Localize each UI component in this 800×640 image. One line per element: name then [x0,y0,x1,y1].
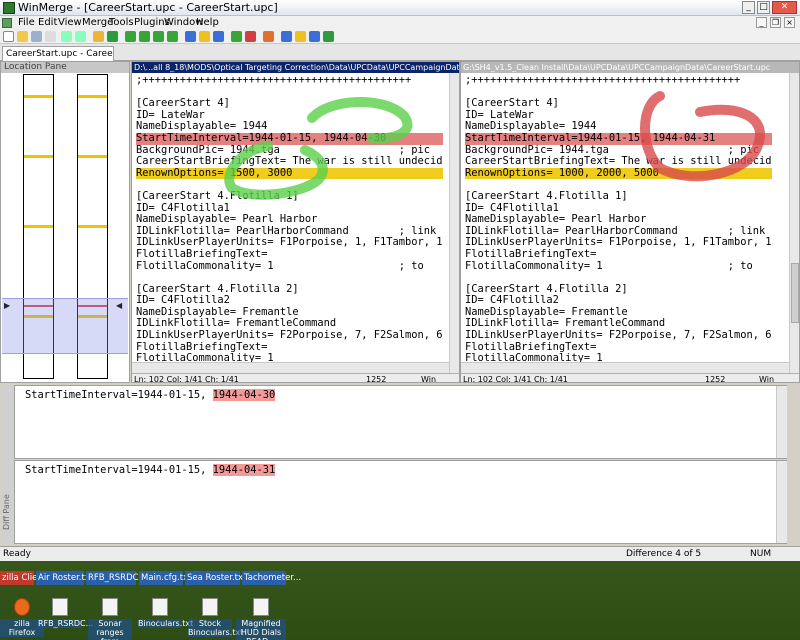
annotation-overlay [224,91,765,200]
taskbar-item[interactable]: Air Roster.txt [36,571,93,585]
text-file-icon [202,598,218,616]
taskbar-item[interactable]: Main.cfg.txt [139,571,191,585]
diff-pane-right[interactable]: StartTimeInterval=1944-01-15, 1944-04-31 [14,460,787,544]
desktop-icon[interactable]: Magnified HUD Dials READ... [236,598,286,640]
text-file-icon [152,598,168,616]
taskbar-item[interactable]: Sea Roster.txt [185,571,246,585]
diff-pane-left-text: StartTimeInterval=1944-01-15, 1944-04-30 [25,389,276,401]
desktop-icon[interactable]: Stock Binoculars.txt [188,598,243,637]
right-changed-text: 1944-04-31 [212,464,276,476]
diff-pane-right-text: StartTimeInterval=1944-01-15, 1944-04-31 [25,464,276,476]
status-num: NUM [750,549,772,559]
status-difference: Difference 4 of 5 [626,549,702,559]
diff-pane-right-scrollbar[interactable] [776,461,787,543]
taskbar: zilla Client Air Roster.txt RFB_RSRDC...… [0,568,800,586]
desktop-icon[interactable]: RFB_RSRDC... [38,598,93,628]
text-file-icon [52,598,68,616]
taskbar-item[interactable]: RFB_RSRDC... [86,571,147,585]
taskbar-item[interactable]: Tachometer... [242,571,301,585]
diff-pane-left-scrollbar[interactable] [776,386,787,458]
winmerge-window: WinMerge - [CareerStart.upc - CareerStar… [0,0,800,561]
desktop-icon[interactable]: Binoculars.txt [138,598,193,628]
text-file-icon [253,598,269,616]
taskbar-item[interactable]: zilla Client [0,571,46,585]
firefox-icon [14,598,30,616]
status-ready: Ready [3,549,31,559]
status-bar: Ready Difference 4 of 5 NUM [0,546,800,561]
desktop-icon[interactable]: Sonar ranges from Wikip... [88,598,132,640]
diff-pane-left[interactable]: StartTimeInterval=1944-01-15, 1944-04-30 [14,385,787,459]
diff-pane-label: Diff Pane [1,385,14,543]
text-file-icon [102,598,118,616]
left-changed-text: 1944-04-30 [212,389,276,401]
